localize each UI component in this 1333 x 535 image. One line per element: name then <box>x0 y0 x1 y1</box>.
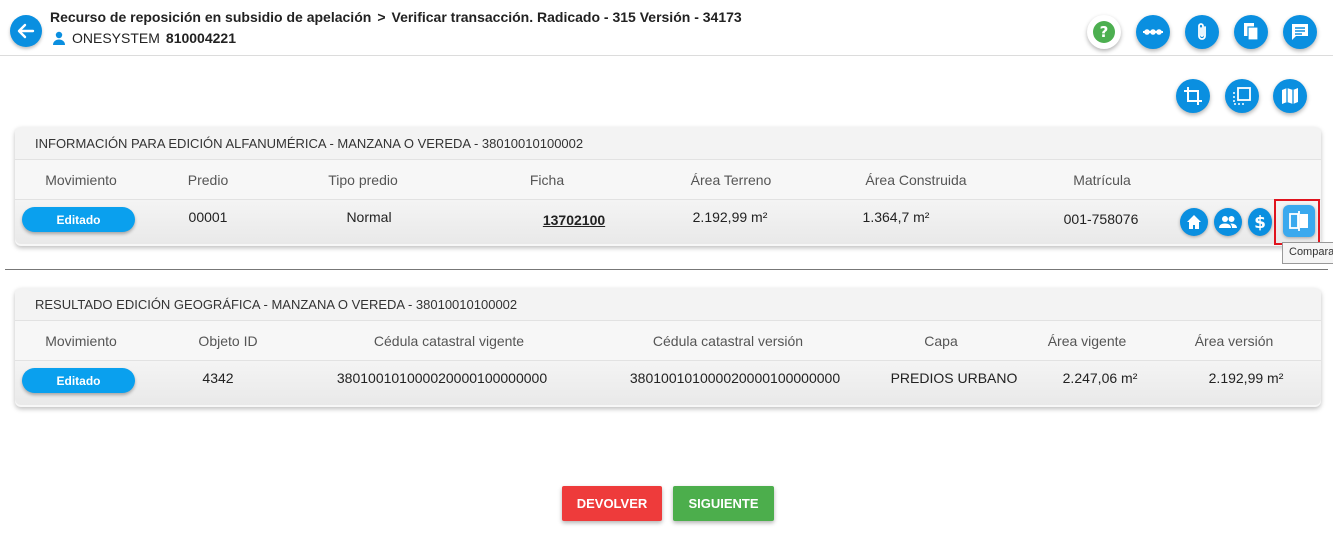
capa-value: PREDIOS URBANO <box>890 370 1018 386</box>
crop-icon <box>1184 87 1202 105</box>
layers-icon <box>1233 87 1251 105</box>
area-vigente-value: 2.247,06 m² <box>1062 370 1138 386</box>
siguiente-button[interactable]: SIGUIENTE <box>673 486 774 521</box>
alfanumeric-card: INFORMACIÓN PARA EDICIÓN ALFANUMÉRICA - … <box>15 127 1321 246</box>
col-ficha: Ficha <box>529 172 565 188</box>
col-movimiento: Movimiento <box>45 333 117 349</box>
ficha-link[interactable]: 13702100 <box>543 212 605 228</box>
user-id: 810004221 <box>165 30 236 46</box>
owners-button[interactable] <box>1214 208 1242 236</box>
col-capa: Capa <box>924 333 958 349</box>
copy-button[interactable] <box>1234 15 1268 49</box>
compare-tooltip: Comparar <box>1282 242 1333 264</box>
alfanumeric-table-header: Movimiento Predio Tipo predio Ficha Área… <box>15 160 1321 200</box>
area-terreno-value: 2.192,99 m² <box>692 209 768 225</box>
copy-icon <box>1244 23 1259 41</box>
comments-icon <box>1292 24 1308 40</box>
movimiento-badge[interactable]: Editado <box>22 368 135 393</box>
geographic-table-header: Movimiento Objeto ID Cédula catastral vi… <box>15 321 1321 361</box>
alfanumeric-title: INFORMACIÓN PARA EDICIÓN ALFANUMÉRICA - … <box>15 127 1321 160</box>
predio-value: 00001 <box>188 209 228 225</box>
valuation-button[interactable]: $ <box>1248 208 1272 236</box>
attachment-button[interactable] <box>1185 15 1219 49</box>
svg-text:$: $ <box>1254 213 1266 231</box>
geographic-title: RESULTADO EDICIÓN GEOGRÁFICA - MANZANA O… <box>15 288 1321 321</box>
cedula-vigente-value: 380100101000020000100000000 <box>336 370 548 386</box>
svg-text:?: ? <box>1100 23 1109 41</box>
col-movimiento: Movimiento <box>45 172 117 188</box>
page-header: Recurso de reposición en subsidio de ape… <box>0 0 1333 56</box>
user-name: ONESYSTEM <box>72 30 160 46</box>
layers-button[interactable] <box>1225 79 1259 113</box>
cedula-version-value: 380100101000020000100000000 <box>629 370 841 386</box>
breadcrumb-separator: > <box>377 9 386 25</box>
breadcrumb-current: Verificar transacción. Radicado - 315 Ve… <box>391 9 742 25</box>
people-icon <box>1219 216 1237 228</box>
area-construida-value: 1.364,7 m² <box>862 209 930 225</box>
col-cedula-version: Cédula catastral versión <box>652 333 804 349</box>
home-button[interactable] <box>1180 208 1208 236</box>
map-button[interactable] <box>1273 79 1307 113</box>
breadcrumb: Recurso de reposición en subsidio de ape… <box>50 9 742 25</box>
tipo-predio-value: Normal <box>346 209 392 225</box>
help-button[interactable]: ? <box>1087 15 1121 49</box>
map-icon <box>1282 88 1298 104</box>
col-area-version: Área versión <box>1194 333 1274 349</box>
arrow-left-icon <box>17 23 35 39</box>
breadcrumb-process[interactable]: Recurso de reposición en subsidio de ape… <box>50 9 371 25</box>
comments-button[interactable] <box>1283 15 1317 49</box>
area-version-value: 2.192,99 m² <box>1208 370 1284 386</box>
compare-highlight <box>1274 199 1320 245</box>
col-predio: Predio <box>187 172 229 188</box>
col-area-terreno: Área Terreno <box>690 172 772 188</box>
objeto-id-value: 4342 <box>202 370 234 386</box>
geographic-card: RESULTADO EDICIÓN GEOGRÁFICA - MANZANA O… <box>15 288 1321 407</box>
col-objeto-id: Objeto ID <box>198 333 258 349</box>
attachment-icon <box>1198 23 1206 40</box>
matricula-value: 001-758076 <box>1063 211 1139 227</box>
home-icon <box>1187 215 1201 229</box>
back-button[interactable] <box>10 15 42 47</box>
crop-button[interactable] <box>1176 79 1210 113</box>
col-area-construida: Área Construida <box>865 172 967 188</box>
col-cedula-vigente: Cédula catastral vigente <box>373 333 525 349</box>
section-divider <box>5 269 1328 270</box>
col-tipo-predio: Tipo predio <box>328 172 398 188</box>
movimiento-badge[interactable]: Editado <box>22 207 135 232</box>
devolver-button[interactable]: DEVOLVER <box>562 486 662 521</box>
user-info: ONESYSTEM 810004221 <box>52 30 236 46</box>
more-icon <box>1143 29 1163 35</box>
user-icon <box>53 31 65 45</box>
col-matricula: Matrícula <box>1073 172 1131 188</box>
table-row: Editado 4342 380100101000020000100000000… <box>15 361 1321 405</box>
col-area-vigente: Área vigente <box>1047 333 1127 349</box>
more-button[interactable] <box>1136 15 1170 49</box>
dollar-icon: $ <box>1254 213 1266 231</box>
help-icon: ? <box>1093 21 1115 43</box>
table-row: Editado 00001 Normal 13702100 2.192,99 m… <box>15 200 1321 244</box>
